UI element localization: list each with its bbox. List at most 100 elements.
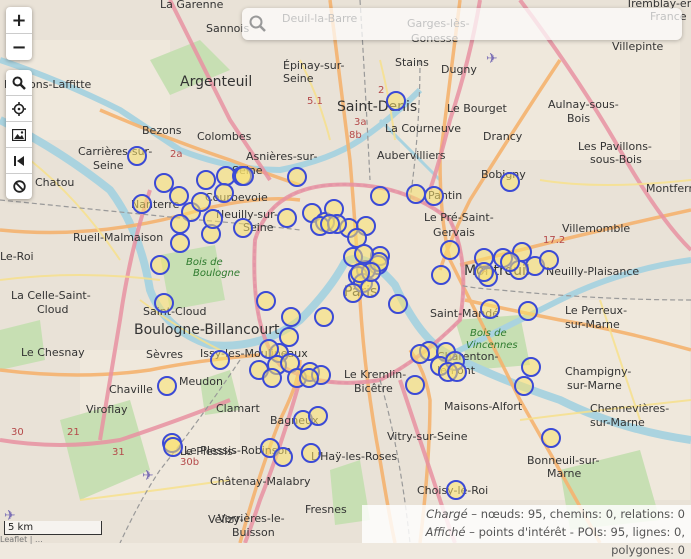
poi-marker[interactable] bbox=[214, 183, 234, 203]
place-label: Asnières-sur- bbox=[246, 150, 317, 163]
poi-marker[interactable] bbox=[314, 307, 334, 327]
poi-marker[interactable] bbox=[541, 428, 561, 448]
search-bar bbox=[242, 8, 682, 40]
poi-marker[interactable] bbox=[514, 376, 534, 396]
place-label: Le Perreux- bbox=[565, 304, 627, 317]
place-label: Vitry-sur-Seine bbox=[387, 430, 468, 443]
poi-marker[interactable] bbox=[406, 184, 426, 204]
place-label: Boulogne-Billancourt bbox=[134, 322, 280, 338]
zoom-in-button[interactable]: + bbox=[6, 7, 32, 34]
layers-button[interactable] bbox=[6, 122, 32, 148]
zoom-out-button[interactable]: − bbox=[6, 34, 32, 60]
poi-marker[interactable] bbox=[163, 437, 183, 457]
poi-marker[interactable] bbox=[157, 376, 177, 396]
place-label: Colombes bbox=[197, 130, 252, 143]
place-label: Champigny- bbox=[565, 365, 631, 378]
poi-marker[interactable] bbox=[154, 173, 174, 193]
poi-marker[interactable] bbox=[350, 263, 370, 283]
place-label: La Celle-Saint- bbox=[11, 289, 91, 302]
poi-marker[interactable] bbox=[431, 265, 451, 285]
poi-marker[interactable] bbox=[410, 344, 430, 364]
poi-marker[interactable] bbox=[500, 172, 520, 192]
poi-marker[interactable] bbox=[233, 218, 253, 238]
place-label: Bois bbox=[567, 112, 590, 125]
poi-marker[interactable] bbox=[281, 307, 301, 327]
poi-marker[interactable] bbox=[169, 186, 189, 206]
poi-marker[interactable] bbox=[170, 233, 190, 253]
poi-marker[interactable] bbox=[262, 368, 282, 388]
place-label: Argenteuil bbox=[180, 74, 252, 90]
clear-button[interactable] bbox=[6, 174, 32, 199]
poi-marker[interactable] bbox=[196, 170, 216, 190]
place-label: Viroflay bbox=[86, 403, 128, 416]
poi-marker[interactable] bbox=[277, 208, 297, 228]
map-tools-control bbox=[6, 70, 32, 199]
poi-marker[interactable] bbox=[447, 362, 467, 382]
poi-marker[interactable] bbox=[127, 146, 147, 166]
poi-marker[interactable] bbox=[299, 368, 319, 388]
poi-marker[interactable] bbox=[154, 293, 174, 313]
skip-back-icon bbox=[14, 155, 24, 166]
poi-marker[interactable] bbox=[440, 240, 460, 260]
poi-marker[interactable] bbox=[203, 209, 223, 229]
loaded-label: Chargé bbox=[426, 507, 468, 521]
magnifier-icon bbox=[12, 76, 26, 90]
poi-marker[interactable] bbox=[308, 406, 328, 426]
place-label: Le Bourget bbox=[447, 102, 508, 115]
locate-button[interactable] bbox=[6, 96, 32, 122]
poi-marker[interactable] bbox=[446, 480, 466, 500]
poi-marker[interactable] bbox=[132, 194, 152, 214]
poi-marker[interactable] bbox=[388, 294, 408, 314]
poi-marker[interactable] bbox=[150, 255, 170, 275]
place-label: Sèvres bbox=[146, 348, 183, 361]
poi-marker[interactable] bbox=[191, 192, 211, 212]
place-label: La Courneuve bbox=[385, 122, 461, 135]
airport-icon: ✈ bbox=[142, 468, 154, 484]
search-input[interactable] bbox=[272, 12, 676, 38]
previous-button[interactable] bbox=[6, 148, 32, 174]
poi-marker[interactable] bbox=[424, 186, 444, 206]
poi-marker[interactable] bbox=[343, 283, 363, 303]
map-canvas[interactable]: La GarenneSannoisDeuil-la-BarreGarges-lè… bbox=[0, 0, 691, 543]
shown-text: – points d'intérêt - POIs: 95, lignes: 0… bbox=[465, 525, 685, 557]
road-number-label: 21 bbox=[67, 427, 80, 438]
place-label: Meudon bbox=[179, 375, 223, 388]
scale-label: 5 km bbox=[8, 522, 34, 533]
zoom-control: + − bbox=[6, 7, 32, 60]
poi-marker[interactable] bbox=[234, 166, 254, 186]
place-label: sous-Bois bbox=[590, 153, 642, 166]
poi-marker[interactable] bbox=[370, 186, 390, 206]
place-label: Neuilly-Plaisance bbox=[546, 265, 639, 278]
poi-marker[interactable] bbox=[480, 299, 500, 319]
poi-marker[interactable] bbox=[320, 214, 340, 234]
poi-marker[interactable] bbox=[273, 447, 293, 467]
place-label: Fresnes bbox=[305, 503, 347, 516]
place-label: Bezons bbox=[142, 124, 182, 137]
stats-panel: Chargé – nœuds: 95, chemins: 0, relation… bbox=[362, 505, 691, 557]
poi-marker[interactable] bbox=[287, 167, 307, 187]
crosshair-icon bbox=[12, 101, 26, 116]
place-label: Les Pavillons- bbox=[578, 140, 652, 153]
loaded-text: – nœuds: 95, chemins: 0, relations: 0 bbox=[467, 507, 685, 521]
poi-marker[interactable] bbox=[301, 443, 321, 463]
place-label: Bicêtre bbox=[354, 382, 393, 395]
place-label: sur-Marne bbox=[567, 379, 622, 392]
poi-marker[interactable] bbox=[539, 250, 559, 270]
poi-marker[interactable] bbox=[474, 262, 494, 282]
place-label: sur-Marne bbox=[565, 318, 620, 331]
place-label: Le Chesnay bbox=[21, 346, 85, 359]
road-number-label: 31 bbox=[112, 447, 125, 458]
search-tool-button[interactable] bbox=[6, 70, 32, 96]
poi-marker[interactable] bbox=[210, 350, 230, 370]
poi-marker[interactable] bbox=[170, 214, 190, 234]
poi-marker[interactable] bbox=[354, 244, 374, 264]
place-label: Chatou bbox=[35, 176, 74, 189]
poi-marker[interactable] bbox=[279, 327, 299, 347]
poi-marker[interactable] bbox=[386, 91, 406, 111]
poi-marker[interactable] bbox=[500, 252, 520, 272]
poi-marker[interactable] bbox=[521, 357, 541, 377]
poi-marker[interactable] bbox=[405, 375, 425, 395]
place-label: Villemomble bbox=[562, 222, 630, 235]
poi-marker[interactable] bbox=[518, 301, 538, 321]
poi-marker[interactable] bbox=[256, 291, 276, 311]
